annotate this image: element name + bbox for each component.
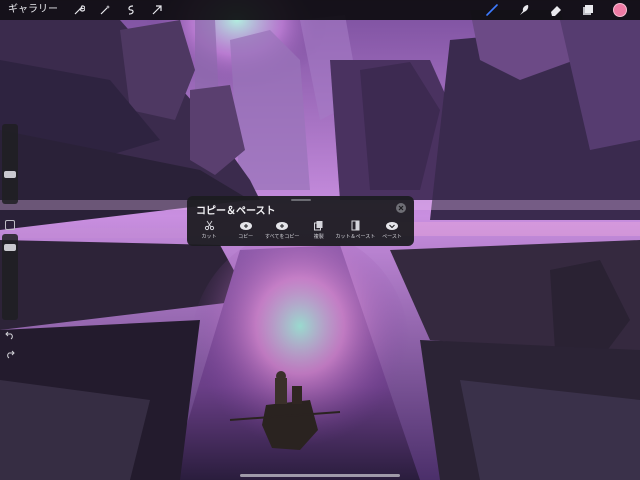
paste-label: ペースト [382, 234, 402, 240]
opacity-slider[interactable] [2, 234, 18, 320]
panel-grabber[interactable] [291, 199, 311, 201]
opacity-thumb[interactable] [4, 243, 16, 251]
copy-paste-panel: コピー＆ペースト カット コピー すべてをコピー 複製 カット＆ペースト ペース… [187, 196, 414, 246]
smudge-icon[interactable] [508, 0, 540, 20]
top-toolbar: ギャラリー [0, 0, 640, 20]
undo-icon[interactable] [3, 329, 17, 341]
active-color-swatch [613, 3, 627, 17]
paste-button[interactable]: ペースト [374, 220, 410, 242]
duplicate-icon [313, 220, 324, 231]
cut-button[interactable]: カット [191, 220, 227, 242]
duplicate-button[interactable]: 複製 [301, 220, 337, 242]
copy-all-button[interactable]: すべてをコピー [264, 220, 300, 242]
panel-title: コピー＆ペースト [196, 206, 276, 217]
modify-button[interactable] [5, 220, 15, 230]
left-sidebar [2, 124, 18, 374]
scissors-icon [204, 220, 215, 231]
copy-all-label: すべてをコピー [265, 234, 300, 240]
cut-paste-label: カット＆ペースト [335, 234, 376, 240]
brush-size-slider[interactable] [2, 124, 18, 204]
duplicate-label: 複製 [313, 234, 324, 240]
cut-paste-button[interactable]: カット＆ペースト [335, 220, 376, 242]
copy-all-icon [275, 220, 289, 231]
cut-paste-icon [350, 220, 361, 231]
color-picker-button[interactable] [604, 0, 636, 20]
eraser-icon[interactable] [540, 0, 572, 20]
copy-button[interactable]: コピー [228, 220, 264, 242]
copy-icon [239, 220, 253, 231]
paste-icon [385, 220, 399, 231]
gallery-button[interactable]: ギャラリー [0, 0, 66, 20]
selection-icon[interactable] [118, 0, 144, 20]
magic-wand-icon[interactable] [92, 0, 118, 20]
layers-icon[interactable] [572, 0, 604, 20]
brush-size-thumb[interactable] [4, 170, 16, 178]
close-icon[interactable] [396, 203, 406, 213]
brush-icon[interactable] [476, 0, 508, 20]
cut-label: カット [201, 234, 217, 240]
home-indicator[interactable] [240, 474, 400, 477]
panel-actions: カット コピー すべてをコピー 複製 カット＆ペースト ペースト [191, 220, 410, 242]
redo-icon[interactable] [3, 348, 17, 360]
transform-arrow-icon[interactable] [144, 0, 170, 20]
copy-label: コピー [238, 234, 254, 240]
wrench-icon[interactable] [66, 0, 92, 20]
